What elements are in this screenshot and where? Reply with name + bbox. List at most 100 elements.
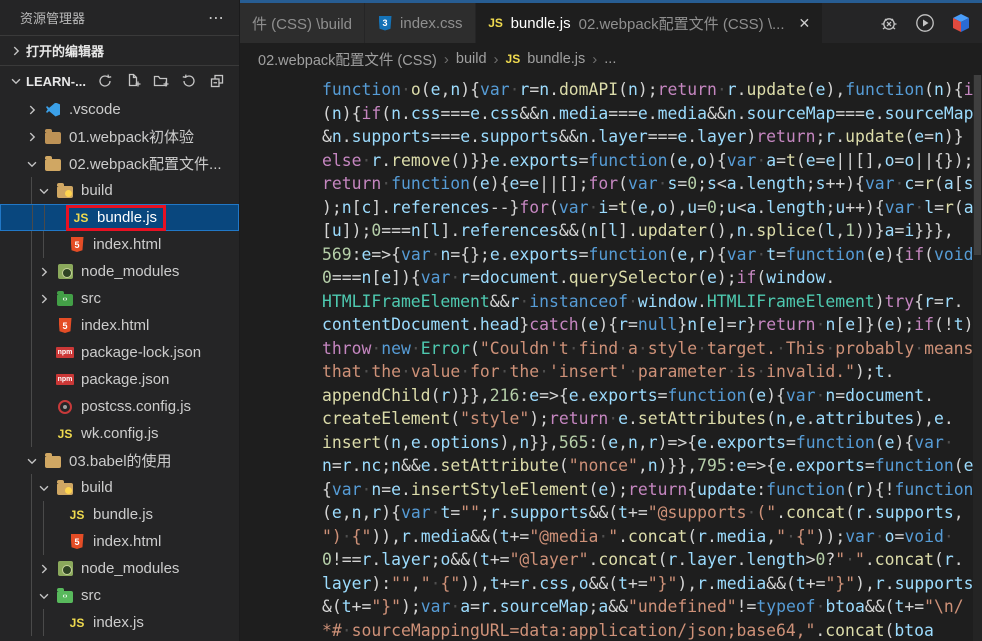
folder-src-open-icon: ‹› <box>56 587 74 605</box>
code-line[interactable]: throw·new·Error("Couldn't·find·a·style·t… <box>322 337 982 361</box>
code-line[interactable]: appendChild(r)}},216:e=>{e.exports=funct… <box>322 384 982 408</box>
tree-item-label: build <box>81 479 113 496</box>
breadcrumb-label: build <box>455 51 487 67</box>
code-line[interactable]: );n[c].references--}for(var·i=t(e,o),u=0… <box>322 196 982 220</box>
tree-item-03.babel的使用[interactable]: 03.babel的使用 <box>0 447 239 474</box>
bug-x-icon[interactable] <box>878 12 900 34</box>
js-icon: JS <box>73 210 89 225</box>
tree-item-02.webpack配置文件...[interactable]: 02.webpack配置文件... <box>0 150 239 177</box>
collapse-all-icon[interactable] <box>209 73 225 89</box>
code-line[interactable]: (e,n,r){var·t="";r.supports&&(t+="@suppo… <box>322 501 982 525</box>
code-line[interactable]: (n){if(n.css===e.css&&n.media===e.media&… <box>322 102 982 126</box>
tab-label: 件 (CSS) \build <box>252 15 353 33</box>
tree-item-index.html[interactable]: 5 index.html <box>0 312 239 339</box>
tree-item-index.js[interactable]: JS index.js <box>0 609 239 636</box>
chevron-right-icon <box>36 561 52 577</box>
new-file-icon[interactable] <box>125 73 141 89</box>
editor-group: 件 (CSS) \build 3 index.css JS bundle.js 02.we… <box>240 0 982 641</box>
code-line[interactable]: contentDocument.head}catch(e){r=null}n[e… <box>322 313 982 337</box>
more-actions-icon[interactable]: ⋯ <box>208 8 225 28</box>
tree-item-label: package-lock.json <box>81 344 202 361</box>
breadcrumb-item[interactable]: build <box>456 51 487 67</box>
sidebar-header: 资源管理器 ⋯ <box>0 0 239 35</box>
file-tree: .vscode 01.webpack初体验 02.webpack配置文件... bui… <box>0 96 239 636</box>
new-folder-icon[interactable] <box>153 73 169 89</box>
html-icon: 5 <box>56 317 74 335</box>
breadcrumb-item[interactable]: ... <box>604 51 616 67</box>
code-line[interactable]: [u]);0===n[l].references&&(n[l].updater(… <box>322 219 982 243</box>
code-line[interactable]: ")·{")),r.media&&(t+="@media·".concat(r.… <box>322 525 982 549</box>
tree-item-bundle.js[interactable]: JS bundle.js <box>0 501 239 528</box>
code-editor[interactable]: function·o(e,n){var·r=n.domAPI(n);return… <box>240 75 982 641</box>
postcss-icon <box>56 398 74 416</box>
breadcrumb-label: bundle.js <box>527 51 586 67</box>
code-line[interactable]: 569:e=>{var·n={};e.exports=function(e,r)… <box>322 243 982 267</box>
code-line[interactable]: insert(n,e.options),n}},565:(e,n,r)=>{e.… <box>322 431 982 455</box>
tree-item-label: bundle.js <box>93 506 154 523</box>
chevron-right-icon <box>8 43 24 59</box>
folder-src-icon: ‹› <box>56 290 74 308</box>
code-line[interactable]: function·o(e,n){var·r=n.domAPI(n);return… <box>322 78 982 102</box>
folder-open-icon <box>44 155 62 173</box>
tree-item-bundle.js[interactable]: JS bundle.js <box>0 204 239 231</box>
tree-item-.vscode[interactable]: .vscode <box>0 96 239 123</box>
tree-item-src[interactable]: ‹› src <box>0 285 239 312</box>
tree-item-index.html[interactable]: 5 index.html <box>0 231 239 258</box>
code-line[interactable]: &(t+="}");var·a=r.sourceMap;a&&"undefine… <box>322 595 982 619</box>
breadcrumb-item[interactable]: JS bundle.js <box>506 51 586 67</box>
extension-cube-icon[interactable] <box>950 12 972 34</box>
editor-actions <box>868 3 982 43</box>
js-icon: JS <box>505 52 521 66</box>
sync-icon[interactable] <box>97 73 113 89</box>
tree-item-package.json[interactable]: npm package.json <box>0 366 239 393</box>
tab-件 (CSS) \build[interactable]: 件 (CSS) \build <box>240 3 366 43</box>
code-line[interactable]: that·the·value·for·the·'insert'·paramete… <box>322 360 982 384</box>
code-line[interactable]: 0!==r.layer;o&&(t+="@layer".concat(r.lay… <box>322 548 982 572</box>
tab-index.css[interactable]: 3 index.css <box>365 3 476 43</box>
tree-item-wk.config.js[interactable]: JS wk.config.js <box>0 420 239 447</box>
code-line[interactable]: layer):"","·{")),t+=r.css,o&&(t+="}"),r.… <box>322 572 982 596</box>
run-icon[interactable] <box>914 12 936 34</box>
tree-item-label: 03.babel的使用 <box>69 453 172 470</box>
npm-icon: npm <box>56 374 74 385</box>
tree-item-postcss.config.js[interactable]: postcss.config.js <box>0 393 239 420</box>
tree-item-node_modules[interactable]: node_modules <box>0 555 239 582</box>
folder-icon <box>44 128 62 146</box>
tree-item-node_modules[interactable]: node_modules <box>0 258 239 285</box>
folder-build-icon <box>56 479 74 497</box>
tree-item-build[interactable]: build <box>0 177 239 204</box>
css-icon: 3 <box>377 15 393 31</box>
tree-item-01.webpack初体验[interactable]: 01.webpack初体验 <box>0 123 239 150</box>
code-line[interactable]: 0===n[e]){var·r=document.querySelector(e… <box>322 266 982 290</box>
tree-item-src[interactable]: ‹› src <box>0 582 239 609</box>
code-line[interactable]: n=r.nc;n&&e.setAttribute("nonce",n)}},79… <box>322 454 982 478</box>
refresh-icon[interactable] <box>181 73 197 89</box>
tree-item-build[interactable]: build <box>0 474 239 501</box>
code-line[interactable]: return·function(e){e=e||[];for(var·s=0;s… <box>322 172 982 196</box>
chevron-down-icon <box>24 156 40 172</box>
workspace-section-header[interactable]: LEARN-... <box>0 65 239 96</box>
code-line[interactable]: createElement("style");return·e.setAttri… <box>322 407 982 431</box>
tab-bar: 件 (CSS) \build 3 index.css JS bundle.js 02.we… <box>240 3 982 43</box>
js-icon: JS <box>488 16 503 30</box>
open-editors-section[interactable]: 打开的编辑器 <box>0 35 239 65</box>
code-line[interactable]: HTMLIFrameElement&&r·instanceof·window.H… <box>322 290 982 314</box>
breadcrumb-item[interactable]: 02.webpack配置文件 (CSS) <box>258 49 437 70</box>
explorer-title: 资源管理器 <box>20 11 86 26</box>
code-line[interactable]: &n.supports===e.supports&&n.layer===e.la… <box>322 125 982 149</box>
tree-item-label: build <box>81 182 113 199</box>
tree-item-package-lock.json[interactable]: npm package-lock.json <box>0 339 239 366</box>
close-icon[interactable]: ✕ <box>799 15 811 32</box>
vscode-icon <box>44 101 62 119</box>
code-line[interactable]: else·r.remove()}}e.exports=function(e,o)… <box>322 149 982 173</box>
tree-item-label: index.html <box>93 236 162 253</box>
js-icon: JS <box>57 426 73 441</box>
code-line[interactable]: *#·sourceMappingURL=data:application/jso… <box>322 619 982 641</box>
code-line[interactable]: {var·n=e.insertStyleElement(e);return{up… <box>322 478 982 502</box>
scrollbar-thumb[interactable] <box>974 75 981 255</box>
tab-bundle.js[interactable]: JS bundle.js 02.webpack配置文件 (CSS) \... ✕ <box>475 3 824 43</box>
tree-item-index.html[interactable]: 5 index.html <box>0 528 239 555</box>
editor-scrollbar[interactable] <box>973 75 982 641</box>
